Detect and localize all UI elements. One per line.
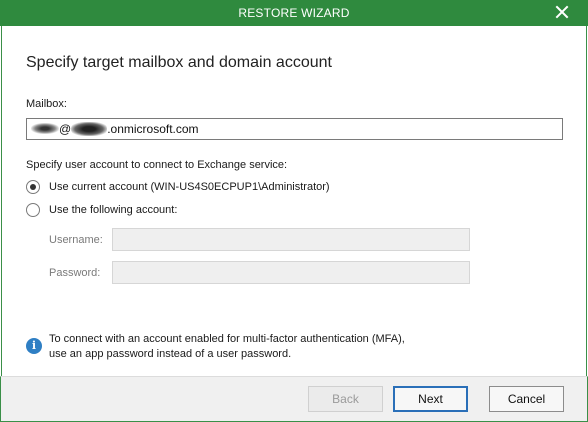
radio-button-checked[interactable] <box>26 180 40 194</box>
info-icon: i <box>26 338 42 354</box>
window-title: RESTORE WIZARD <box>238 6 350 20</box>
redacted-text <box>71 122 108 136</box>
wizard-footer: Back Next Cancel <box>0 376 588 422</box>
username-label: Username: <box>49 234 103 246</box>
account-section-label: Specify user account to connect to Excha… <box>26 159 288 171</box>
mailbox-value-part-2: .onmicrosoft.com <box>107 122 199 136</box>
radio-button[interactable] <box>26 203 40 217</box>
mailbox-label: Mailbox: <box>26 98 67 110</box>
info-line-2: use an app password instead of a user pa… <box>49 348 292 360</box>
next-button[interactable]: Next <box>393 386 468 412</box>
password-field[interactable] <box>112 261 470 284</box>
back-button[interactable]: Back <box>308 386 383 412</box>
close-icon[interactable] <box>554 4 570 20</box>
mailbox-input[interactable]: @ .onmicrosoft.com <box>26 118 563 140</box>
info-line-1: To connect with an account enabled for m… <box>49 333 405 345</box>
mfa-info-text: To connect with an account enabled for m… <box>49 332 469 362</box>
redacted-text <box>31 123 59 134</box>
cancel-button[interactable]: Cancel <box>489 386 564 412</box>
password-label: Password: <box>49 267 101 279</box>
page-title: Specify target mailbox and domain accoun… <box>26 54 332 71</box>
wizard-content: Specify target mailbox and domain accoun… <box>1 26 587 376</box>
username-field[interactable] <box>112 228 470 251</box>
title-bar: RESTORE WIZARD <box>0 0 588 26</box>
radio-label: Use current account (WIN-US4S0ECPUP1\Adm… <box>49 181 330 193</box>
mailbox-value-part-1: @ <box>59 122 72 136</box>
radio-label: Use the following account: <box>49 204 178 216</box>
